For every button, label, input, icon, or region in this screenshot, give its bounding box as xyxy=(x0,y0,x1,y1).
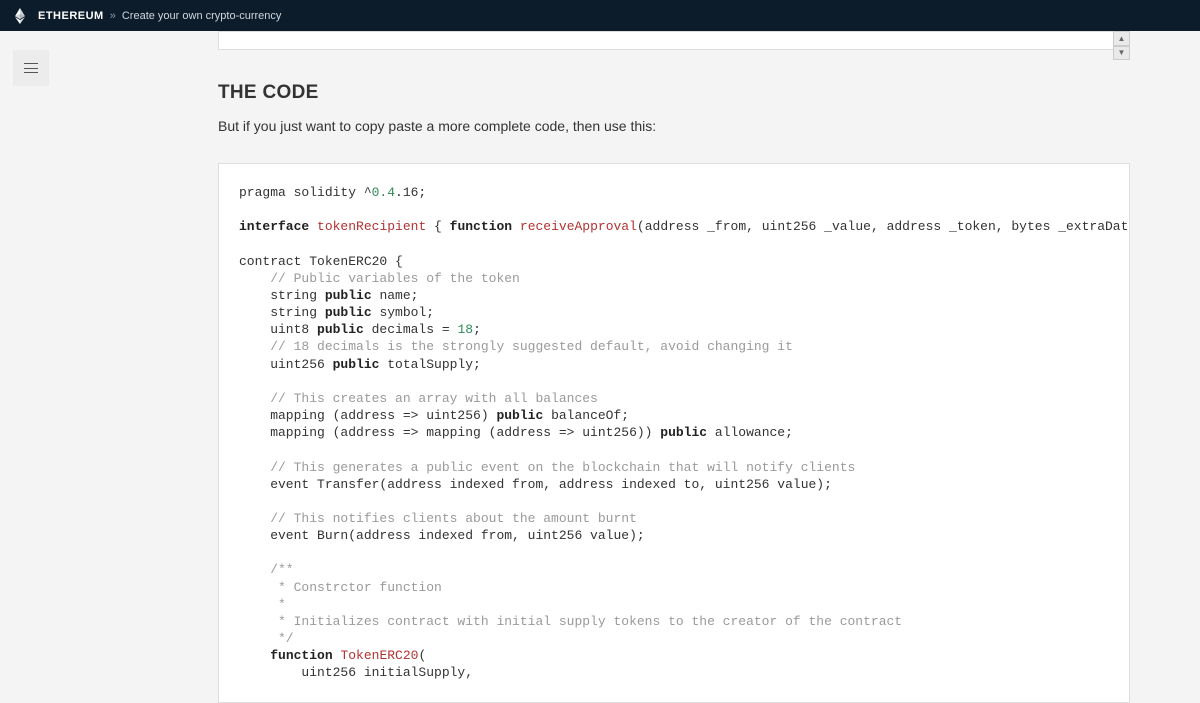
code-text xyxy=(239,648,270,663)
code-text: uint256 xyxy=(239,357,333,372)
code-text: symbol; xyxy=(372,305,434,320)
brand-label[interactable]: ETHEREUM xyxy=(38,10,104,22)
code-comment: */ xyxy=(239,631,294,646)
code-text: balanceOf; xyxy=(543,408,629,423)
code-text: ( xyxy=(418,648,426,663)
code-comment: // This creates an array with all balanc… xyxy=(239,391,598,406)
code-text: uint8 xyxy=(239,322,317,337)
code-text: name; xyxy=(372,288,419,303)
topbar: ETHEREUM » Create your own crypto-curren… xyxy=(0,0,1200,31)
code-text: mapping (address => uint256) xyxy=(239,408,496,423)
code-comment: * xyxy=(239,597,286,612)
code-keyword: public xyxy=(496,408,543,423)
code-identifier: tokenRecipient xyxy=(317,219,426,234)
code-text: decimals = xyxy=(364,322,458,337)
code-keyword: public xyxy=(325,288,372,303)
main-content: ▲ ▼ THE CODE But if you just want to cop… xyxy=(218,31,1130,703)
code-text: ; xyxy=(473,322,481,337)
code-text: event Transfer(address indexed from, add… xyxy=(239,477,832,492)
code-comment: // This generates a public event on the … xyxy=(239,460,855,475)
hamburger-icon xyxy=(24,63,38,73)
code-text: .16; xyxy=(395,185,426,200)
scroll-down-button[interactable]: ▼ xyxy=(1113,46,1130,61)
scroll-up-button[interactable]: ▲ xyxy=(1113,31,1130,46)
code-number: 18 xyxy=(457,322,473,337)
code-text: event Burn(address indexed from, uint256… xyxy=(239,528,645,543)
code-comment: /** xyxy=(239,562,294,577)
page-title-link[interactable]: Create your own crypto-currency xyxy=(122,10,282,22)
scroll-affordance: ▲ ▼ xyxy=(1113,31,1130,60)
code-keyword: public xyxy=(333,357,380,372)
code-keyword: function xyxy=(450,219,512,234)
ethereum-logo-icon xyxy=(12,8,28,24)
code-text: (address _from, uint256 _value, address … xyxy=(637,219,1130,234)
sidebar-toggle-button[interactable] xyxy=(13,50,49,86)
code-text: contract TokenERC20 { xyxy=(239,254,403,269)
code-function: receiveApproval xyxy=(520,219,637,234)
code-identifier: TokenERC20 xyxy=(340,648,418,663)
code-text: totalSupply; xyxy=(379,357,480,372)
code-comment: // 18 decimals is the strongly suggested… xyxy=(239,339,793,354)
section-title: THE CODE xyxy=(218,82,1130,104)
code-text: uint256 initialSupply, xyxy=(239,665,473,680)
code-text: pragma solidity ^ xyxy=(239,185,372,200)
code-keyword: interface xyxy=(239,219,309,234)
code-text: mapping (address => mapping (address => … xyxy=(239,425,660,440)
code-comment: // This notifies clients about the amoun… xyxy=(239,511,637,526)
code-comment: // Public variables of the token xyxy=(239,271,520,286)
code-number: 0.4 xyxy=(372,185,395,200)
code-text: { xyxy=(426,219,449,234)
code-text: allowance; xyxy=(707,425,793,440)
code-comment: * Constrctor function xyxy=(239,580,442,595)
code-keyword: public xyxy=(325,305,372,320)
code-keyword: public xyxy=(660,425,707,440)
preceding-box: ▲ ▼ xyxy=(218,31,1130,50)
code-text: string xyxy=(239,305,325,320)
section-intro: But if you just want to copy paste a mor… xyxy=(218,116,1130,137)
code-block[interactable]: pragma solidity ^0.4.16; interface token… xyxy=(218,163,1130,703)
code-comment: * Initializes contract with initial supp… xyxy=(239,614,902,629)
code-text: string xyxy=(239,288,325,303)
code-keyword: function xyxy=(270,648,332,663)
breadcrumb-separator: » xyxy=(110,10,116,22)
code-keyword: public xyxy=(317,322,364,337)
